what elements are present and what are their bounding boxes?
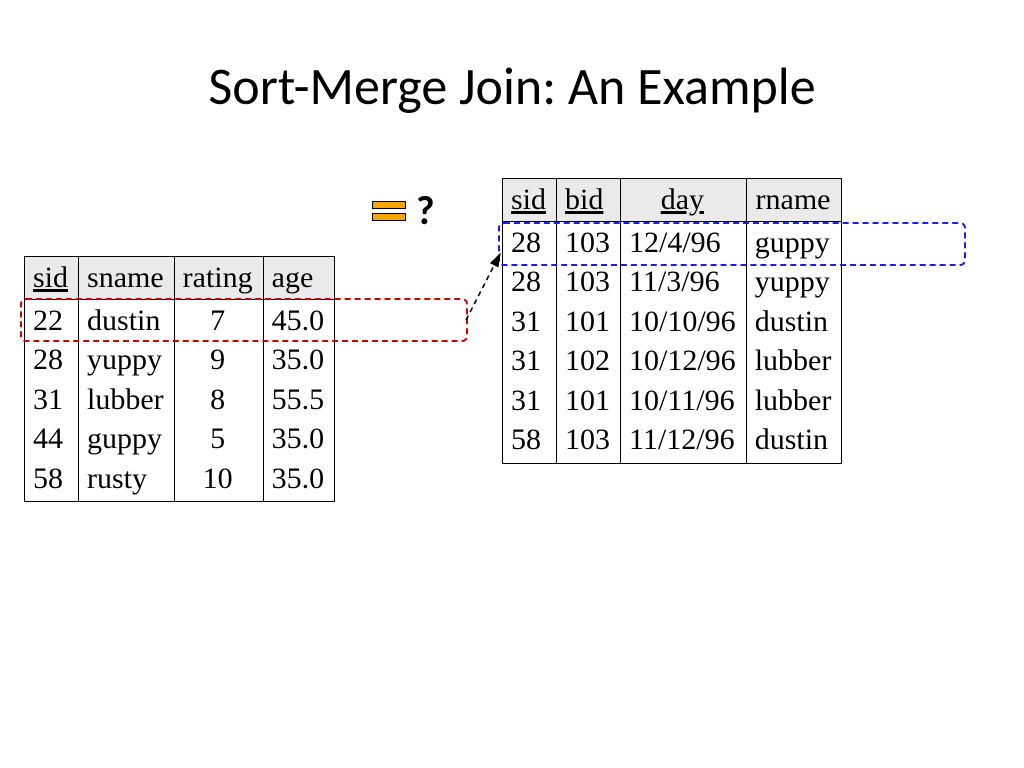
col-day: day	[621, 179, 747, 222]
cell: 10/11/96	[621, 380, 747, 420]
cell: 35.0	[263, 458, 335, 502]
cell: 31	[503, 301, 557, 341]
cell: 12/4/96	[621, 221, 747, 261]
table-header-row: sid bid day rname	[503, 179, 842, 222]
cell: guppy	[746, 221, 842, 261]
cell: 31	[25, 379, 79, 419]
cell: yuppy	[79, 339, 175, 379]
cell: 8	[174, 379, 263, 419]
cell: 101	[557, 380, 621, 420]
cell: 10/12/96	[621, 340, 747, 380]
col-rating: rating	[174, 257, 263, 300]
table-row: 31 101 10/10/96 dustin	[503, 301, 842, 341]
cell: 55.5	[263, 379, 335, 419]
table-row: 22 dustin 7 45.0	[25, 299, 335, 339]
col-sname: sname	[79, 257, 175, 300]
cell: 10/10/96	[621, 301, 747, 341]
cell: 11/12/96	[621, 419, 747, 463]
cell: 103	[557, 419, 621, 463]
col-bid: bid	[557, 179, 621, 222]
col-rname: rname	[746, 179, 842, 222]
cell: 10	[174, 458, 263, 502]
question-mark: ?	[416, 186, 435, 235]
cell: 11/3/96	[621, 261, 747, 301]
cell: 31	[503, 340, 557, 380]
cell: 45.0	[263, 299, 335, 339]
cell: dustin	[746, 419, 842, 463]
comparison-label: ?	[372, 186, 435, 235]
cell: rusty	[79, 458, 175, 502]
cell: 28	[503, 261, 557, 301]
col-age: age	[263, 257, 335, 300]
cell: 5	[174, 418, 263, 458]
cell: lubber	[79, 379, 175, 419]
cell: 102	[557, 340, 621, 380]
cell: 7	[174, 299, 263, 339]
table-row: 44 guppy 5 35.0	[25, 418, 335, 458]
table-row: 31 102 10/12/96 lubber	[503, 340, 842, 380]
table-header-row: sid sname rating age	[25, 257, 335, 300]
cell: 35.0	[263, 339, 335, 379]
table-row: 28 yuppy 9 35.0	[25, 339, 335, 379]
cell: yuppy	[746, 261, 842, 301]
cell: 22	[25, 299, 79, 339]
col-sid: sid	[25, 257, 79, 300]
slide-title: Sort-Merge Join: An Example	[0, 54, 1024, 118]
cell: 101	[557, 301, 621, 341]
sailors-table: sid sname rating age 22 dustin 7 45.0 28…	[24, 256, 335, 502]
cell: 28	[503, 221, 557, 261]
cell: lubber	[746, 380, 842, 420]
cell: lubber	[746, 340, 842, 380]
table-row: 58 103 11/12/96 dustin	[503, 419, 842, 463]
cell: 58	[25, 458, 79, 502]
cell: 58	[503, 419, 557, 463]
table-row: 58 rusty 10 35.0	[25, 458, 335, 502]
cell: 35.0	[263, 418, 335, 458]
equals-icon	[372, 201, 406, 221]
cell: 103	[557, 261, 621, 301]
slide: Sort-Merge Join: An Example ? sid sname …	[0, 0, 1024, 768]
table-row: 28 103 11/3/96 yuppy	[503, 261, 842, 301]
cell: guppy	[79, 418, 175, 458]
col-sid: sid	[503, 179, 557, 222]
table-row: 28 103 12/4/96 guppy	[503, 221, 842, 261]
table-row: 31 101 10/11/96 lubber	[503, 380, 842, 420]
cell: 44	[25, 418, 79, 458]
cell: 28	[25, 339, 79, 379]
cell: 31	[503, 380, 557, 420]
cell: 9	[174, 339, 263, 379]
cell: dustin	[746, 301, 842, 341]
cell: dustin	[79, 299, 175, 339]
table-row: 31 lubber 8 55.5	[25, 379, 335, 419]
reserves-table: sid bid day rname 28 103 12/4/96 guppy 2…	[502, 178, 842, 464]
cell: 103	[557, 221, 621, 261]
